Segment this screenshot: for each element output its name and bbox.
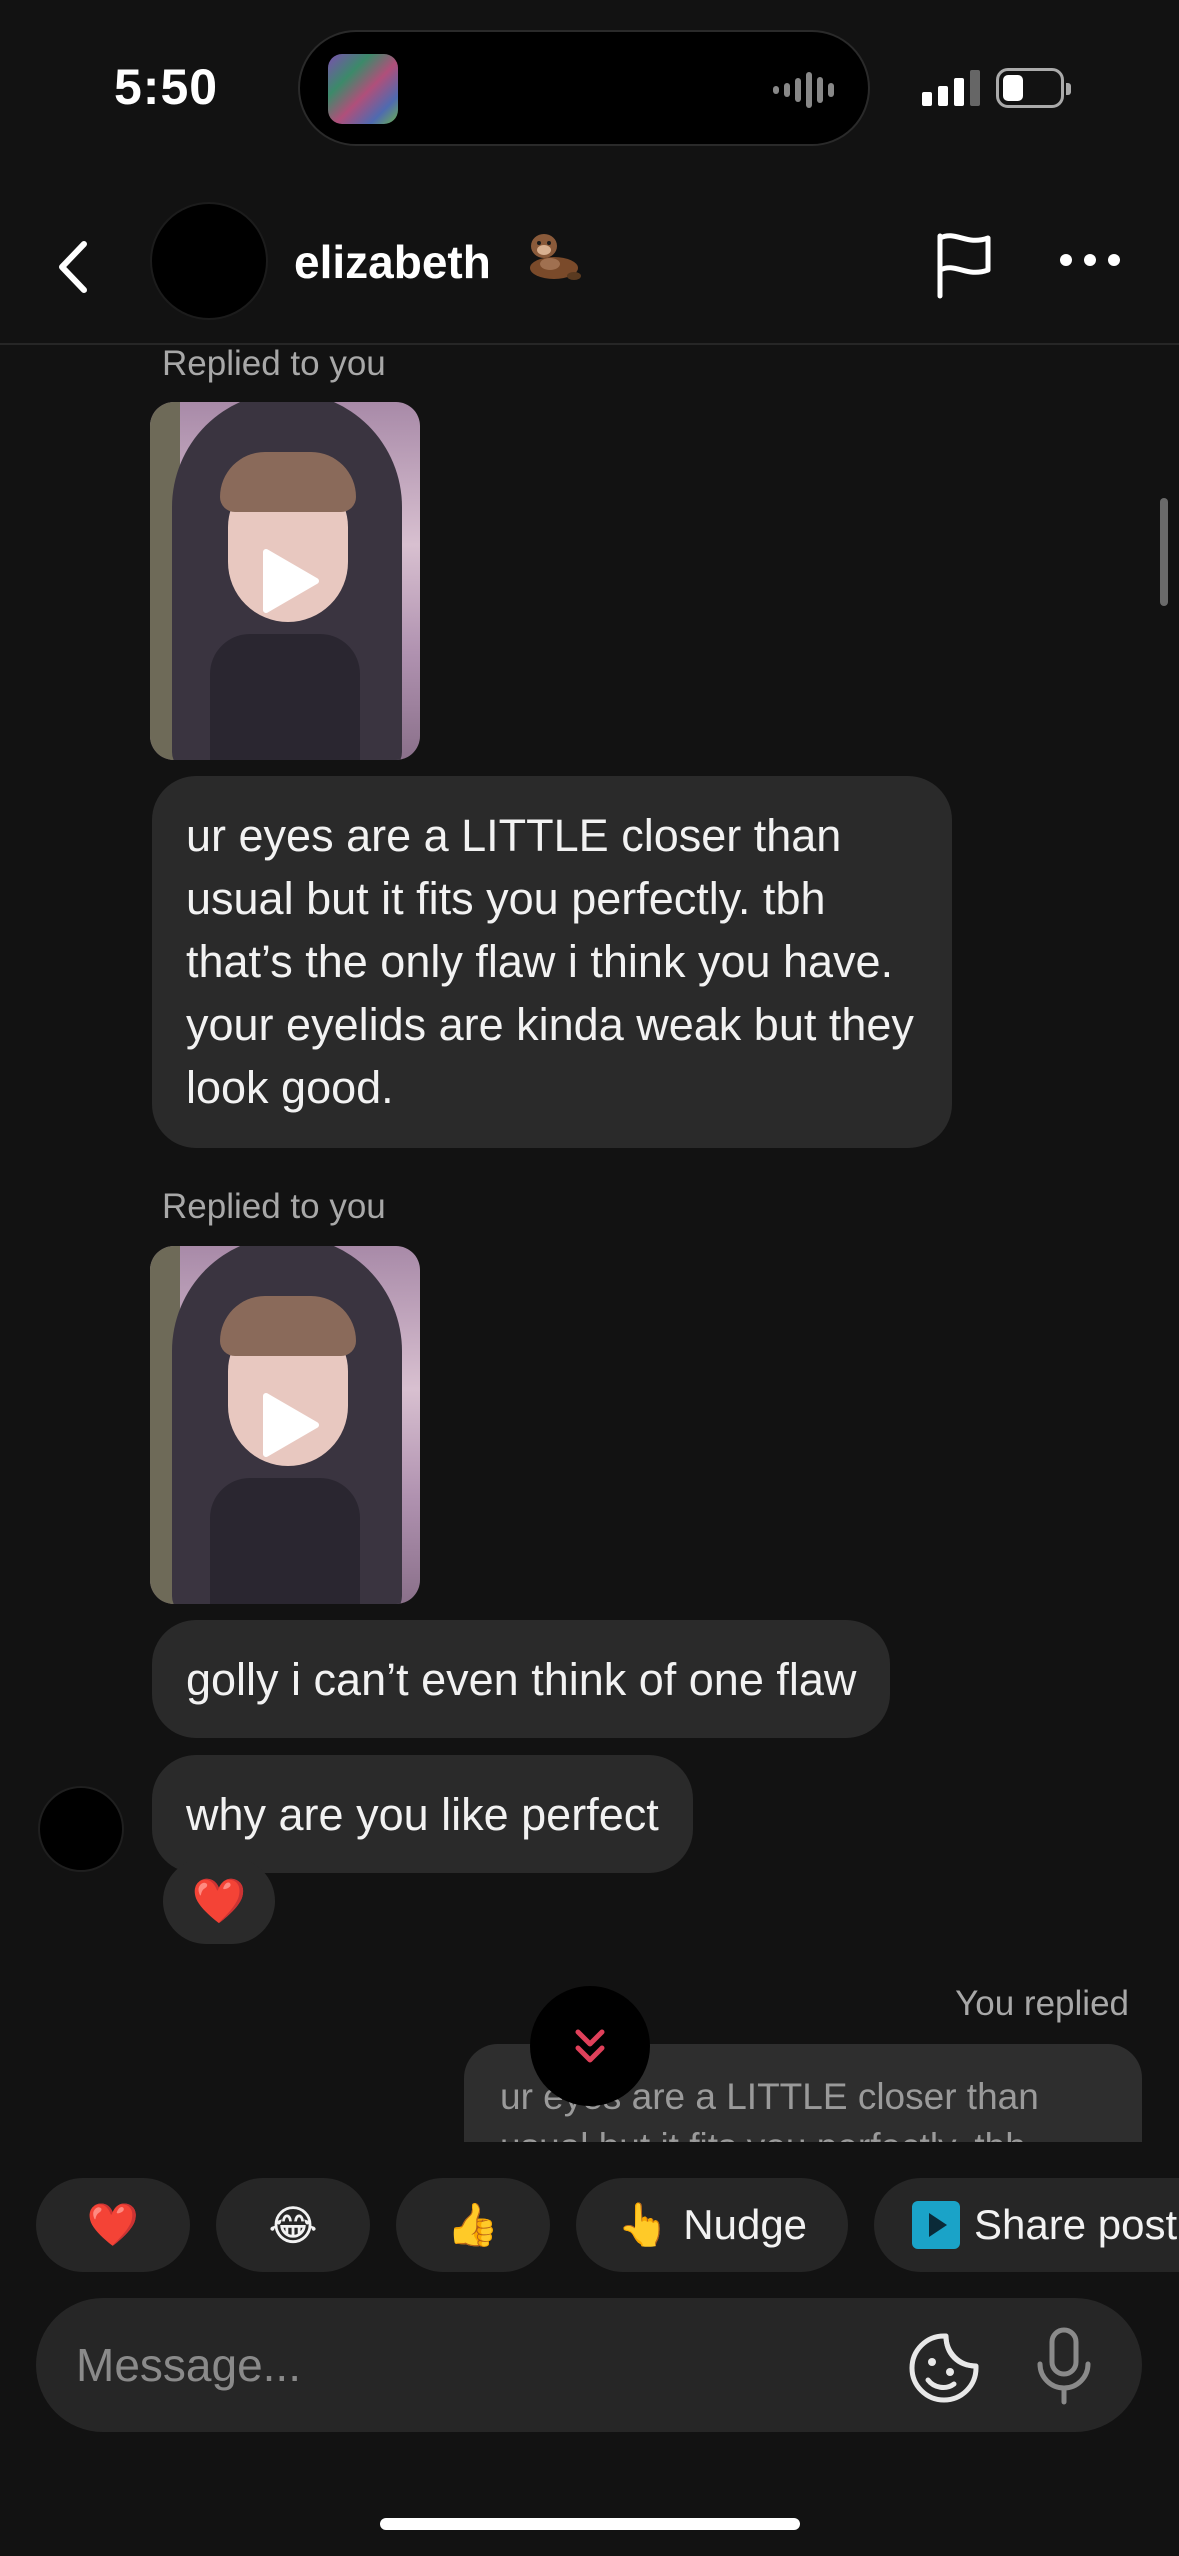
laugh-reaction-chip[interactable]: 😂 xyxy=(216,2178,370,2272)
contact-avatar[interactable] xyxy=(150,202,268,320)
nudge-chip[interactable]: 👆 Nudge xyxy=(576,2178,848,2272)
chat-header: elizabeth xyxy=(0,190,1179,345)
otter-emoji-icon xyxy=(530,234,581,280)
report-flag-icon[interactable] xyxy=(926,228,1000,302)
sticker-icon[interactable] xyxy=(906,2330,982,2406)
battery-icon xyxy=(996,68,1071,108)
microphone-icon[interactable] xyxy=(1032,2326,1096,2406)
message-composer xyxy=(36,2298,1142,2432)
story-reply-thumbnail[interactable] xyxy=(150,402,420,760)
signal-icon xyxy=(922,70,980,106)
heart-reaction-chip[interactable]: ❤️ xyxy=(36,2178,190,2272)
status-time: 5:50 xyxy=(114,59,219,115)
audio-wave-icon xyxy=(773,70,834,110)
share-post-chip[interactable]: Share post xyxy=(874,2178,1179,2272)
message-bubble[interactable]: golly i can’t even think of one flaw xyxy=(152,1620,891,1738)
share-post-icon xyxy=(912,2201,960,2249)
reply-label: Replied to you xyxy=(162,1187,386,1226)
message-input[interactable] xyxy=(76,2298,876,2432)
thumbs-up-reaction-chip[interactable]: 👍 xyxy=(396,2178,550,2272)
more-options-icon[interactable] xyxy=(1060,254,1120,266)
quick-reactions-bar: ❤️ 😂 👍 👆 Nudge Share post xyxy=(0,2178,1179,2274)
you-replied-label: You replied xyxy=(955,1984,1129,2023)
nudge-label: Nudge xyxy=(683,2201,808,2248)
scroll-to-bottom-button[interactable] xyxy=(530,1986,650,2106)
play-icon xyxy=(263,1393,319,1457)
message-bubble[interactable]: ur eyes are a LITTLE closer than usual b… xyxy=(152,776,952,1148)
message-bubble[interactable]: why are you like perfect xyxy=(152,1755,693,1873)
now-playing-artwork xyxy=(328,54,398,124)
double-chevron-down-icon xyxy=(575,2029,605,2063)
share-post-label: Share post xyxy=(974,2201,1178,2248)
heart-reaction[interactable]: ❤️ xyxy=(163,1858,275,1944)
reply-label: Replied to you xyxy=(162,344,386,383)
pointing-hand-icon: 👆 xyxy=(616,2200,670,2248)
play-icon xyxy=(263,549,319,613)
dynamic-island xyxy=(298,30,870,146)
story-reply-thumbnail[interactable] xyxy=(150,1246,420,1604)
home-indicator[interactable] xyxy=(380,2518,800,2530)
scrollbar[interactable] xyxy=(1160,498,1168,606)
sender-avatar[interactable] xyxy=(38,1786,124,1872)
contact-name[interactable]: elizabeth xyxy=(294,235,491,289)
back-chevron-icon[interactable] xyxy=(48,232,98,302)
